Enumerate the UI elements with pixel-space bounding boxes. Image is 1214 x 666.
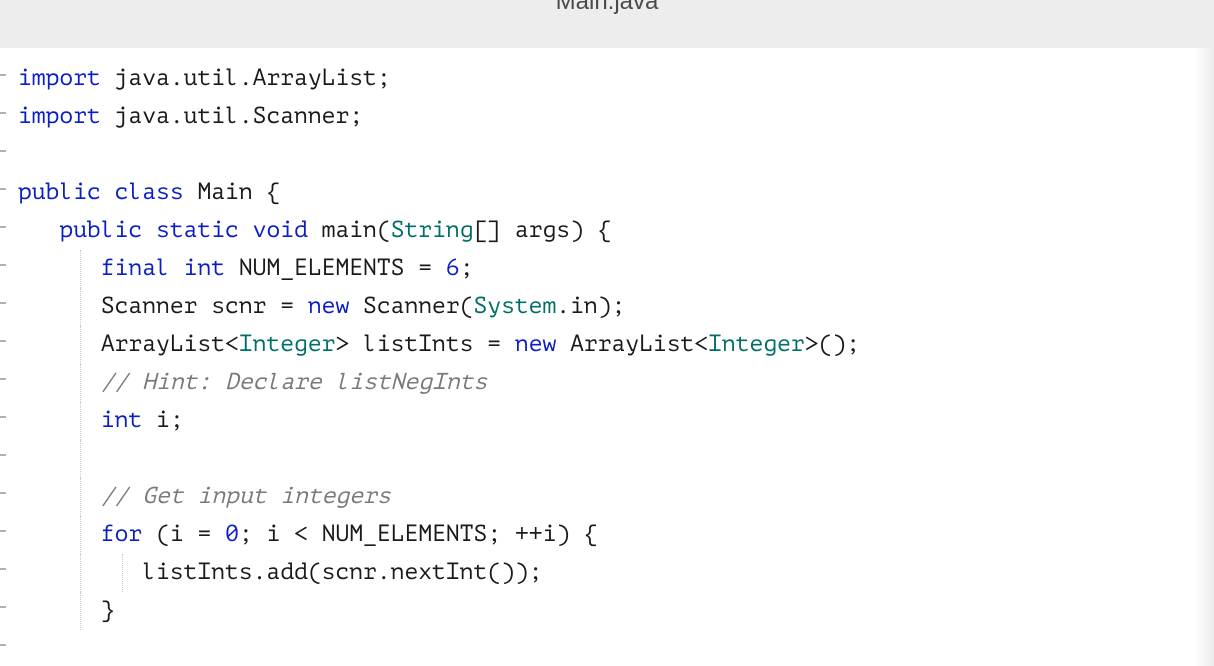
code-line[interactable]: final int NUM_ELEMENTS = 6; [18,250,1214,288]
active-tab-filename[interactable]: Main.java [556,0,659,16]
code-line[interactable]: listInts.add(scnr.nextInt()); [18,554,1214,592]
code-text: public static void main(String[] args) { [18,218,612,243]
code-text: // Get input integers [18,484,391,509]
code-text: public class Main { [18,180,280,205]
code-text: import java.util.ArrayList; [18,66,391,91]
code-line[interactable]: int i; [18,402,1214,440]
code-text: listInts.add(scnr.nextInt()); [18,560,542,585]
code-line[interactable]: ArrayList<Integer> listInts = new ArrayL… [18,326,1214,364]
code-line[interactable] [18,440,1214,478]
code-line[interactable]: import java.util.Scanner; [18,98,1214,136]
code-line[interactable]: // Hint: Declare listNegInts [18,364,1214,402]
gutter-tick [0,530,6,532]
code-line[interactable]: // Get input integers [18,478,1214,516]
code-text [18,446,101,471]
editor-tab-bar: Main.java [0,0,1214,48]
gutter-tick [0,302,6,304]
gutter-tick [0,606,6,608]
line-gutter [0,48,10,666]
gutter-tick [0,112,6,114]
code-line[interactable]: for (i = 0; i < NUM_ELEMENTS; ++i) { [18,516,1214,554]
code-text: Scanner scnr = new Scanner(System.in); [18,294,625,319]
code-text: final int NUM_ELEMENTS = 6; [18,256,474,281]
gutter-tick [0,226,6,228]
code-line[interactable] [18,136,1214,174]
gutter-tick [0,644,6,646]
code-line[interactable]: public class Main { [18,174,1214,212]
code-editor[interactable]: import java.util.ArrayList; import java.u… [0,48,1214,666]
gutter-tick [0,568,6,570]
code-line[interactable]: } [18,592,1214,630]
code-text: ArrayList<Integer> listInts = new ArrayL… [18,332,860,357]
code-line[interactable]: Scanner scnr = new Scanner(System.in); [18,288,1214,326]
code-text: // Hint: Declare listNegInts [18,370,487,395]
code-text: for (i = 0; i < NUM_ELEMENTS; ++i) { [18,522,598,547]
code-text: import java.util.Scanner; [18,104,363,129]
code-area[interactable]: import java.util.ArrayList; import java.u… [10,48,1214,666]
gutter-tick [0,150,6,152]
gutter-tick [0,340,6,342]
gutter-tick [0,74,6,76]
gutter-tick [0,378,6,380]
gutter-tick [0,454,6,456]
code-text: } [18,598,115,623]
code-text: int i; [18,408,184,433]
gutter-tick [0,492,6,494]
code-line[interactable]: public static void main(String[] args) { [18,212,1214,250]
code-line[interactable]: import java.util.ArrayList; [18,60,1214,98]
gutter-tick [0,416,6,418]
gutter-tick [0,264,6,266]
gutter-tick [0,188,6,190]
